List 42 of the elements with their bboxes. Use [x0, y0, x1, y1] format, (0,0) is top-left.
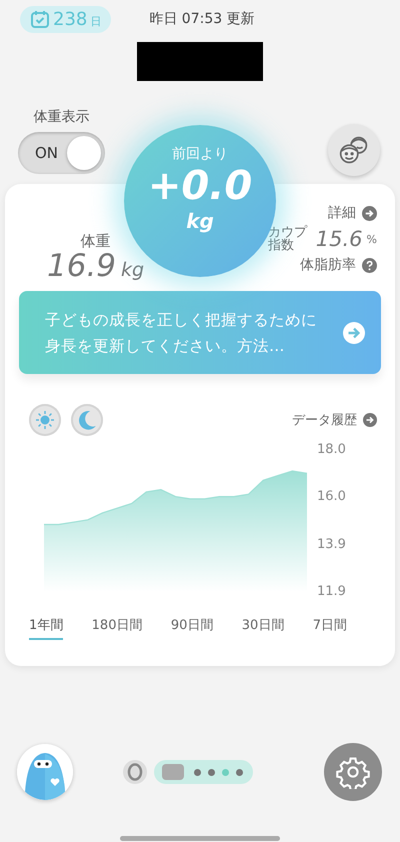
streak-unit: 日 — [90, 14, 102, 29]
children-button[interactable] — [328, 124, 380, 176]
day-mode-button[interactable] — [29, 404, 61, 436]
change-unit: kg — [186, 209, 214, 233]
detail-link[interactable]: 詳細 — [328, 204, 377, 222]
weight-value: 16.9 — [47, 251, 116, 281]
ring-icon[interactable] — [123, 760, 147, 784]
weight-display-toggle[interactable]: ON — [18, 132, 105, 174]
help-icon[interactable] — [362, 258, 377, 272]
period-tab[interactable]: 180日間 — [92, 616, 142, 640]
streak-count: 238 — [53, 8, 88, 30]
device-icon[interactable] — [162, 764, 184, 780]
period-tab[interactable]: 1年間 — [29, 616, 64, 640]
sun-icon — [35, 410, 55, 430]
y-axis-label: 13.9 — [317, 537, 346, 554]
y-axis-label: 16.0 — [317, 488, 346, 505]
weight-display-label: 体重表示 — [34, 108, 90, 126]
kaup-index-label: カウプ指数 — [268, 226, 308, 252]
moon-icon — [76, 409, 98, 431]
kaup-index-unit: % — [366, 232, 377, 246]
change-value: +0.0 — [148, 163, 252, 209]
calendar-icon — [30, 9, 50, 29]
night-mode-button[interactable] — [71, 404, 103, 436]
y-axis-label: 18.0 — [317, 442, 346, 458]
update-time: 昨日 07:53 更新 — [149, 10, 255, 28]
weight-unit: kg — [121, 259, 144, 281]
page-dot[interactable] — [222, 768, 229, 776]
page-dot[interactable] — [194, 768, 201, 776]
period-tab[interactable]: 7日間 — [312, 616, 347, 640]
page-dot[interactable] — [208, 768, 215, 776]
body-fat-label: 体脂肪率 — [300, 256, 356, 274]
data-history-link[interactable]: データ履歴 — [292, 411, 377, 429]
period-tab[interactable]: 90日間 — [170, 616, 214, 640]
avatar-button[interactable] — [17, 744, 73, 800]
period-tab[interactable]: 30日間 — [242, 616, 284, 640]
y-axis-label: 11.9 — [317, 584, 346, 600]
mascot-drawing — [17, 744, 73, 800]
kaup-index-value: 15.6 — [316, 227, 363, 251]
page-dot[interactable] — [236, 768, 243, 776]
settings-icon — [336, 755, 370, 789]
change-label: 前回より — [172, 145, 228, 163]
weight-label: 体重 — [80, 232, 111, 251]
